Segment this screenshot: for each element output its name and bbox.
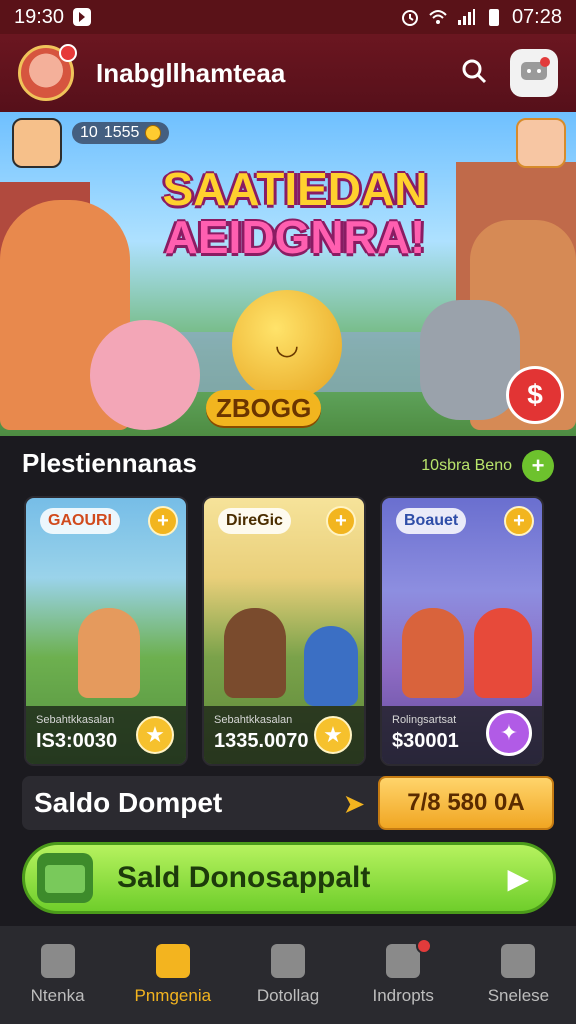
inbox-icon [386,944,421,978]
notification-badge [59,44,77,62]
arrow-right-icon: ➤ [344,791,365,818]
status-time-left: 19:30 [14,5,65,28]
nav-item-home[interactable]: Ntenka [0,926,115,1024]
hero-stat-chip: 10 1555 [72,122,170,144]
wallet-balance-row: Saldo Dompet ➤ 7/8 580 0A [22,776,554,830]
card-character [402,608,464,698]
signal-icon [456,7,476,27]
mascot-ball: ◡ [232,290,342,400]
card-tag: GAOURI [40,508,120,534]
game-card[interactable]: GAOURI + Sebahtkkasalan IS3:0030 ★ [24,496,188,766]
nav-item-wallet[interactable]: Dotollag [230,926,345,1024]
hero-action-button[interactable]: $ [506,366,564,424]
battery-icon [484,7,504,27]
nav-label: Pnmgenia [134,986,212,1005]
message-dot [540,57,550,67]
status-time-right: 07:28 [511,5,562,28]
hero-player-avatar[interactable] [12,118,62,168]
card-character [224,608,286,698]
game-cards: GAOURI + Sebahtkkasalan IS3:0030 ★ DireG… [24,496,552,766]
mascot-pig [90,320,200,430]
wallet-balance-label: Saldo Dompet [34,787,223,818]
star-icon[interactable]: ★ [136,716,174,754]
games-icon [155,944,190,978]
nav-label: Indropts [372,986,434,1005]
wallet-balance-value[interactable]: 7/8 580 0A [378,776,554,830]
nav-item-inbox[interactable]: Indropts [346,926,461,1024]
nav-label: Dotollag [256,986,320,1005]
inbox-badge [415,938,432,954]
card-add-icon[interactable]: + [504,506,534,536]
app-header: Inabgllhamteaa [0,34,576,112]
nav-label: Snelese [487,986,550,1005]
hero-coins-label: ZBOGG [206,390,322,426]
card-character-secondary [304,626,358,706]
wifi-icon [428,7,448,27]
cta-label: Sald Donosappalt [117,861,371,894]
home-icon [40,944,75,978]
card-character [78,608,140,698]
game-card[interactable]: DireGic + Sebahtkkasalan 1335.0070 ★ [202,496,366,766]
nav-item-profile[interactable]: Snelese [461,926,576,1024]
hero-title-line1: SAATIEDAN [162,163,428,215]
hero-title-line2: AEIDGNRA! [164,211,426,263]
primary-cta-button[interactable]: Sald Donosappalt ▶ [22,842,556,914]
mascot-robot [420,300,520,420]
card-tag: DireGic [218,508,291,534]
play-arrow-icon: ▶ [507,862,529,894]
section-title: Plestiennanas [22,448,197,478]
app-badge-icon [72,7,92,27]
profile-icon [501,944,536,978]
card-tag: Boauet [396,508,467,534]
sparkle-icon[interactable]: ✦ [486,710,532,756]
see-all-label: 10sbra Beno [421,457,512,474]
hero-friend-avatar[interactable] [516,118,566,168]
star-icon[interactable]: ★ [314,716,352,754]
card-add-icon[interactable]: + [148,506,178,536]
see-all-link[interactable]: 10sbra Beno + [421,450,554,482]
plus-icon[interactable]: + [522,450,554,482]
app-title: Inabgllhamteaa [96,57,286,88]
alarm-icon [400,7,420,27]
hero-stat-prefix: 10 [80,124,98,141]
hero-stat-value: 1555 [103,124,140,141]
status-bar: 19:30 07:28 [0,0,576,34]
search-button[interactable] [456,55,492,91]
card-add-icon[interactable]: + [326,506,356,536]
avatar[interactable] [18,44,77,101]
wallet-icon [37,853,93,903]
nav-item-games[interactable]: Pnmgenia [115,926,230,1024]
bottom-nav: Ntenka Pnmgenia Dotollag Indropts Sneles… [0,926,576,1024]
card-character-secondary [474,608,532,698]
smile-icon: ◡ [274,329,300,360]
message-button[interactable] [510,49,558,97]
coin-icon [145,125,162,141]
wallet-icon [271,944,305,978]
nav-label: Ntenka [30,986,85,1005]
game-card[interactable]: Boauet + Rolingsartsat $30001 ✦ [380,496,544,766]
search-icon [460,57,488,90]
